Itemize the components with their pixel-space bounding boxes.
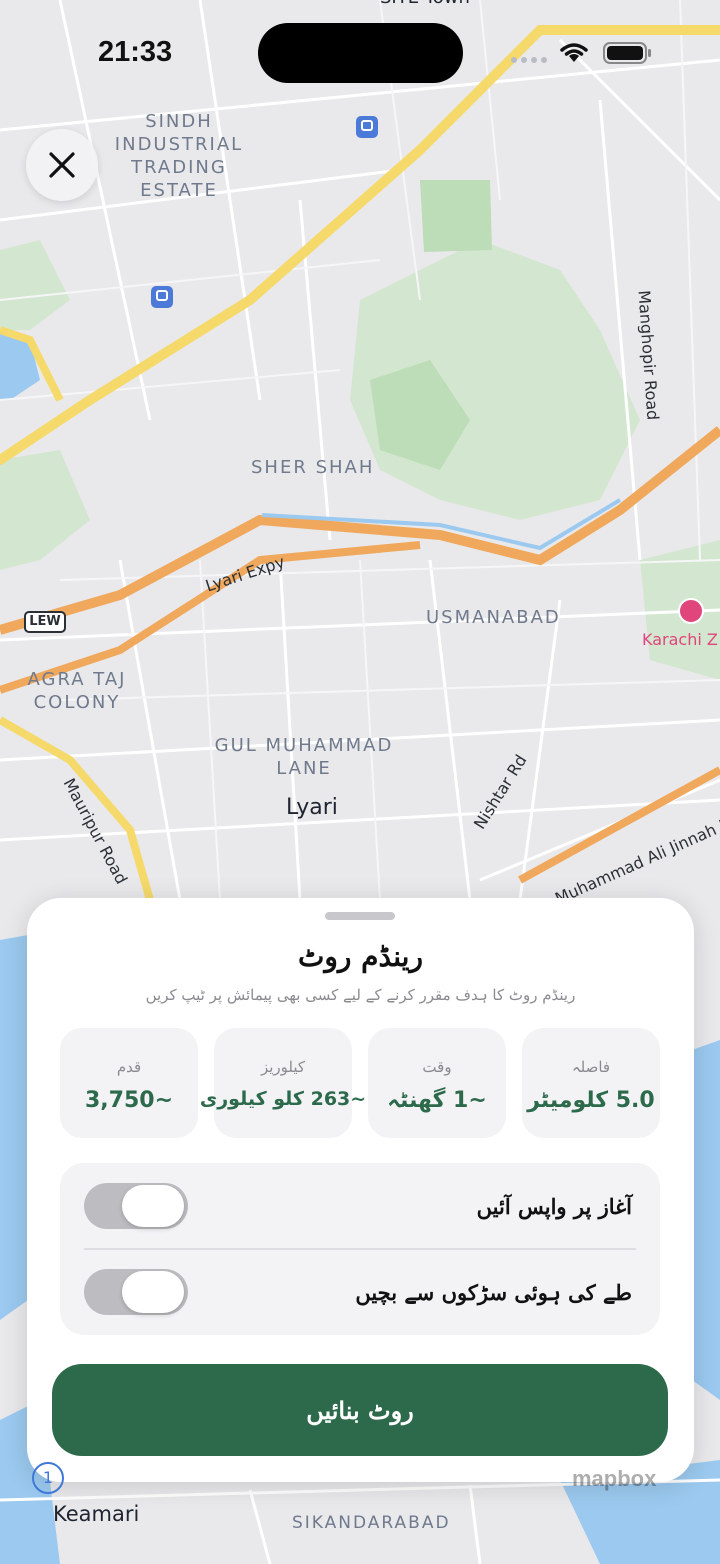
train-station-icon[interactable] — [151, 286, 173, 308]
mapbox-logo[interactable]: mapbox — [572, 1466, 656, 1492]
stat-label: وقت — [422, 1058, 452, 1076]
sheet-drag-handle[interactable] — [325, 912, 395, 920]
sheet-subtitle: رینڈم روٹ کا ہدف مقرر کرنے کے لیے کسی بھ… — [145, 986, 576, 1004]
stat-value: ~263 کلو کیلوری — [199, 1088, 367, 1110]
toggle-row-avoid-visited-roads: طے کی ہوئی سڑکوں سے بچیں — [60, 1249, 660, 1335]
stat-card-time[interactable]: وقت ~1 گھنٹہ — [368, 1028, 506, 1138]
switch-knob — [122, 1185, 184, 1227]
stats-row: فاصلہ 5.0 کلومیٹر وقت ~1 گھنٹہ کیلوریز ~… — [60, 1028, 660, 1140]
stat-card-steps[interactable]: قدم ~3,750 — [60, 1028, 198, 1138]
stat-value: ~1 گھنٹہ — [387, 1088, 487, 1113]
wifi-icon — [560, 43, 588, 62]
map-label-agra-taj: AGRA TAJ COLONY — [27, 669, 127, 713]
create-route-button-label: روٹ بنائیں — [306, 1395, 414, 1425]
map-label-gul-muhammad: GUL MUHAMMAD LANE — [214, 735, 394, 779]
stat-label: قدم — [116, 1058, 142, 1076]
stat-card-calories[interactable]: کیلوریز ~263 کلو کیلوری — [200, 1028, 366, 1138]
options-panel: آغاز پر واپس آئیں طے کی ہوئی سڑکوں سے بچ… — [60, 1163, 660, 1335]
stat-card-distance[interactable]: فاصلہ 5.0 کلومیٹر — [522, 1028, 660, 1138]
map-label-keamari: Keamari — [53, 1502, 140, 1526]
map-label-karachi-zoo: Karachi Z — [642, 630, 718, 649]
stat-label: فاصلہ — [571, 1058, 611, 1076]
avoid-visited-roads-switch[interactable] — [84, 1269, 188, 1315]
status-time: 21:33 — [98, 36, 173, 68]
stat-value: 5.0 کلومیٹر — [527, 1088, 655, 1113]
stat-label: کیلوریز — [260, 1058, 306, 1076]
zoo-poi-icon[interactable] — [678, 598, 704, 624]
random-route-sheet: رینڈم روٹ رینڈم روٹ کا ہدف مقرر کرنے کے … — [27, 898, 694, 1482]
train-station-icon[interactable] — [356, 116, 378, 138]
map-label-sikandarabad: SIKANDARABAD — [292, 1513, 451, 1533]
highway-shield-lew: LEW — [24, 611, 66, 633]
map-label-sher-shah: SHER SHAH — [251, 457, 375, 478]
toggle-label: طے کی ہوئی سڑکوں سے بچیں — [355, 1279, 632, 1305]
map-label-site-town: SITE Town — [380, 0, 470, 9]
stat-value: ~3,750 — [84, 1088, 174, 1113]
sheet-title: رینڈم روٹ — [298, 940, 423, 973]
map-label-lyari: Lyari — [286, 795, 338, 820]
toggle-label: آغاز پر واپس آئیں — [476, 1193, 632, 1219]
switch-knob — [122, 1271, 184, 1313]
toggle-row-return-to-start: آغاز پر واپس آئیں — [60, 1163, 660, 1249]
close-button[interactable] — [26, 129, 98, 201]
close-icon — [49, 152, 75, 178]
map-label-usmanabad: USMANABAD — [426, 607, 561, 628]
return-to-start-switch[interactable] — [84, 1183, 188, 1229]
cellular-signal-icon — [511, 57, 547, 63]
battery-icon — [603, 42, 651, 64]
location-compass-icon[interactable]: 1 — [32, 1462, 64, 1494]
map-label-sindh-industrial: SINDH INDUSTRIAL TRADING ESTATE — [114, 111, 244, 201]
dynamic-island — [258, 23, 463, 83]
create-route-button[interactable]: روٹ بنائیں — [52, 1364, 668, 1456]
